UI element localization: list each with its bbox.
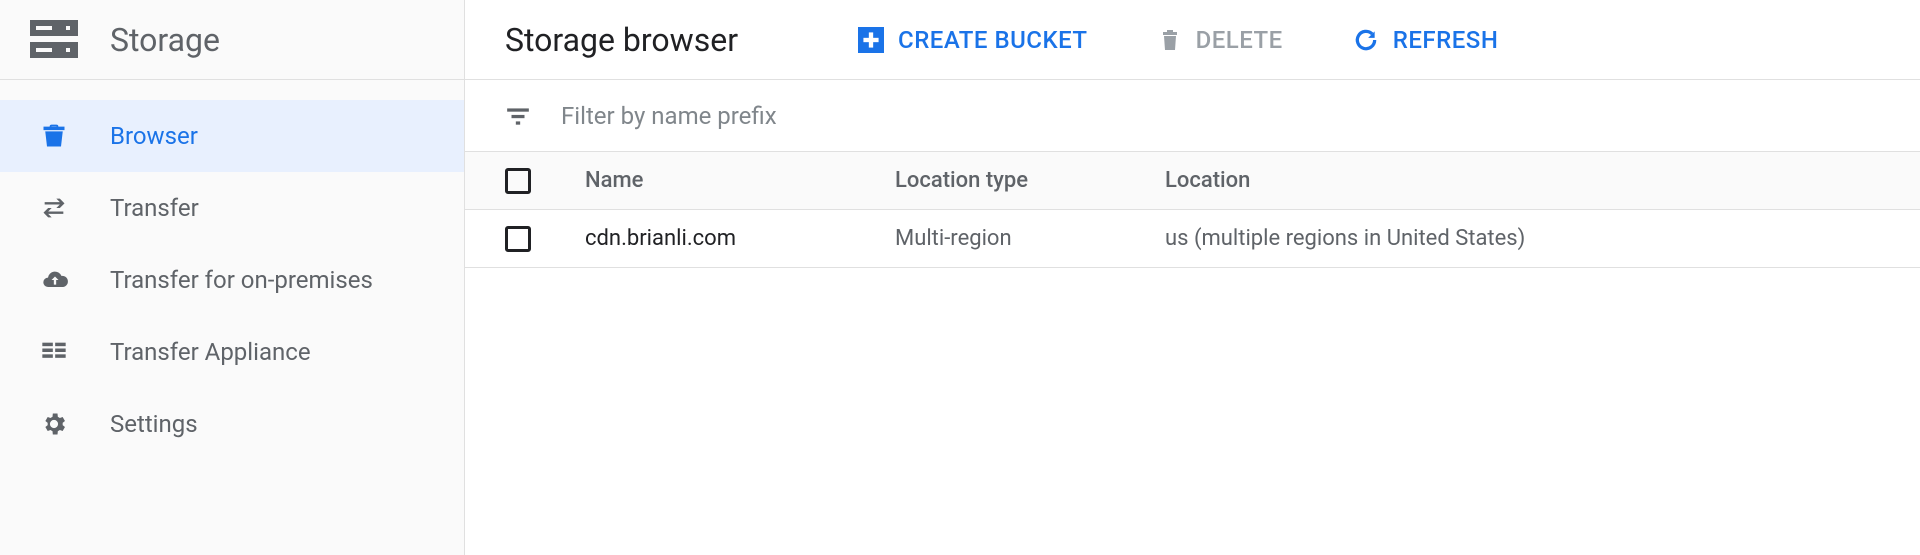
main-header: Storage browser CREATE BUCKET DELETE — [465, 0, 1920, 80]
table-row[interactable]: cdn.brianli.com Multi-region us (multipl… — [465, 210, 1920, 268]
delete-button[interactable]: DELETE — [1158, 26, 1283, 54]
filter-bar — [465, 80, 1920, 152]
row-select-cell — [505, 226, 585, 252]
bucket-icon — [40, 122, 100, 150]
refresh-button[interactable]: REFRESH — [1353, 26, 1499, 54]
sidebar-title: Storage — [110, 21, 220, 59]
filter-input[interactable] — [561, 102, 961, 130]
column-header-location-type[interactable]: Location type — [895, 168, 1165, 193]
select-all-checkbox[interactable] — [505, 168, 531, 194]
gear-icon — [40, 410, 100, 438]
trash-icon — [1158, 27, 1182, 53]
bucket-location: us (multiple regions in United States) — [1165, 226, 1920, 251]
column-header-name[interactable]: Name — [585, 168, 895, 193]
create-bucket-button[interactable]: CREATE BUCKET — [858, 26, 1088, 54]
refresh-icon — [1353, 27, 1379, 53]
sidebar: Storage Browser Transfer — [0, 0, 465, 555]
plus-icon — [858, 27, 884, 53]
bucket-name[interactable]: cdn.brianli.com — [585, 226, 895, 251]
sidebar-item-label: Transfer — [110, 194, 199, 222]
page-title: Storage browser — [505, 21, 738, 59]
button-label: REFRESH — [1393, 26, 1499, 54]
sidebar-item-transfer[interactable]: Transfer — [0, 172, 464, 244]
button-label: CREATE BUCKET — [898, 26, 1088, 54]
row-checkbox[interactable] — [505, 226, 531, 252]
transfer-icon — [40, 194, 100, 222]
column-header-location[interactable]: Location — [1165, 168, 1920, 193]
sidebar-item-transfer-onprem[interactable]: Transfer for on-premises — [0, 244, 464, 316]
button-label: DELETE — [1196, 26, 1283, 54]
sidebar-header: Storage — [0, 0, 464, 80]
storage-icon — [30, 20, 86, 60]
sidebar-nav: Browser Transfer Transfer for on-premise… — [0, 80, 464, 460]
sidebar-item-label: Browser — [110, 122, 198, 150]
sidebar-item-label: Settings — [110, 410, 198, 438]
cloud-upload-icon — [40, 266, 100, 294]
table-header: Name Location type Location — [465, 152, 1920, 210]
sidebar-item-label: Transfer for on-premises — [110, 266, 373, 294]
bucket-location-type: Multi-region — [895, 226, 1165, 251]
main: Storage browser CREATE BUCKET DELETE — [465, 0, 1920, 555]
sidebar-item-settings[interactable]: Settings — [0, 388, 464, 460]
sidebar-item-browser[interactable]: Browser — [0, 100, 464, 172]
sidebar-item-label: Transfer Appliance — [110, 338, 311, 366]
sidebar-item-transfer-appliance[interactable]: Transfer Appliance — [0, 316, 464, 388]
appliance-icon — [40, 338, 100, 366]
select-all-cell — [505, 168, 585, 194]
filter-icon[interactable] — [505, 103, 531, 129]
